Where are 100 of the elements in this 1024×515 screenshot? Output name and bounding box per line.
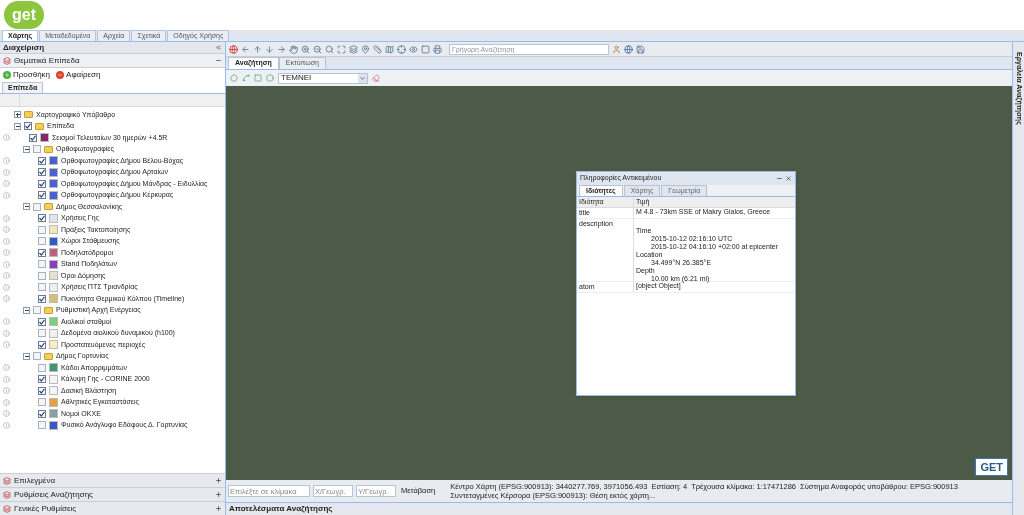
info-icon[interactable] xyxy=(3,249,10,257)
accordion-header[interactable]: Ρυθμίσεις Αναζήτησης xyxy=(0,487,225,501)
info-icon[interactable] xyxy=(3,214,10,222)
accordion-title: Γενικές Ρυθμίσεις xyxy=(14,502,77,515)
checkbox[interactable] xyxy=(38,191,46,200)
tool-icon[interactable] xyxy=(277,44,286,54)
checkbox[interactable] xyxy=(38,156,46,165)
checkbox[interactable] xyxy=(38,214,46,223)
results-bar[interactable]: Αποτελέσματα Αναζήτησης xyxy=(226,502,1012,515)
info-icon[interactable] xyxy=(3,260,10,268)
add-button[interactable]: Προσθήκη xyxy=(3,69,51,81)
tool-icon[interactable] xyxy=(301,44,310,54)
info-icon[interactable] xyxy=(3,341,10,349)
checkbox[interactable] xyxy=(38,260,46,269)
tool-icon[interactable] xyxy=(313,44,322,54)
tool-icon[interactable] xyxy=(409,44,418,54)
layers-icon xyxy=(3,490,11,499)
tool-icon[interactable] xyxy=(289,44,298,54)
info-icon[interactable] xyxy=(3,283,10,291)
checkbox[interactable] xyxy=(38,317,46,326)
collapse-icon[interactable] xyxy=(23,352,30,360)
checkbox[interactable] xyxy=(29,133,37,142)
info-icon[interactable] xyxy=(3,191,10,199)
tool-icon[interactable] xyxy=(361,44,370,54)
accordion-title: Επιλεγμένα xyxy=(14,474,55,487)
info-icon[interactable] xyxy=(3,168,10,176)
section-title: Θεματικά Επίπεδα xyxy=(14,54,80,67)
info-icon[interactable] xyxy=(3,157,10,165)
info-icon[interactable] xyxy=(3,226,10,234)
checkbox[interactable] xyxy=(33,202,41,211)
user-icon[interactable] xyxy=(612,44,621,54)
info-icon[interactable] xyxy=(3,272,10,280)
checkbox[interactable] xyxy=(38,329,46,338)
logo: get xyxy=(4,1,44,29)
checkbox[interactable] xyxy=(24,122,32,131)
checkbox[interactable] xyxy=(33,306,41,315)
info-icon[interactable] xyxy=(3,410,10,418)
remove-button[interactable]: Αφαίρεση xyxy=(56,69,101,81)
info-icon[interactable] xyxy=(3,295,10,303)
accordion-header[interactable]: Επιλεγμένα xyxy=(0,473,225,487)
checkbox[interactable] xyxy=(38,168,46,177)
info-icon[interactable] xyxy=(3,387,10,395)
info-icon[interactable] xyxy=(3,375,10,383)
minimize-icon[interactable] xyxy=(776,175,783,182)
collapse-icon[interactable] xyxy=(23,306,30,314)
close-icon[interactable] xyxy=(785,175,792,182)
checkbox[interactable] xyxy=(38,294,46,303)
checkbox[interactable] xyxy=(38,363,46,372)
info-icon[interactable] xyxy=(3,329,10,337)
info-icon[interactable] xyxy=(3,398,10,406)
info-icon[interactable] xyxy=(3,180,10,188)
info-icon[interactable] xyxy=(3,134,10,142)
results-title: Αποτελέσματα Αναζήτησης xyxy=(229,503,333,515)
eraser-icon[interactable] xyxy=(372,74,380,82)
tool-icon[interactable] xyxy=(337,44,346,54)
circle-icon[interactable] xyxy=(266,74,274,82)
checkbox[interactable] xyxy=(38,179,46,188)
checkbox[interactable] xyxy=(38,340,46,349)
info-icon[interactable] xyxy=(3,364,10,372)
info-icon[interactable] xyxy=(3,421,10,429)
checkbox[interactable] xyxy=(38,386,46,395)
folder-icon xyxy=(44,306,53,314)
checkbox[interactable] xyxy=(38,225,46,234)
info-icon[interactable] xyxy=(3,318,10,326)
checkbox[interactable] xyxy=(38,398,46,407)
checkbox[interactable] xyxy=(38,271,46,280)
rectangle-icon[interactable] xyxy=(254,74,262,82)
layers-icon xyxy=(3,504,11,513)
accordion-header[interactable]: Γενικές Ρυθμίσεις xyxy=(0,501,225,515)
collapse-icon[interactable] xyxy=(23,145,30,153)
tool-icon[interactable] xyxy=(397,44,406,54)
layer-select[interactable]: ΤΕΜΝΕΙ xyxy=(278,72,368,84)
checkbox[interactable] xyxy=(38,248,46,257)
folder-icon xyxy=(44,203,53,211)
expand-icon[interactable] xyxy=(14,111,21,119)
polygon-icon[interactable] xyxy=(230,74,238,82)
tool-icon[interactable] xyxy=(421,44,430,54)
tool-icon[interactable] xyxy=(241,44,250,54)
save-icon[interactable] xyxy=(636,44,645,54)
line-icon[interactable] xyxy=(242,74,250,82)
checkbox[interactable] xyxy=(33,352,41,361)
checkbox[interactable] xyxy=(38,421,46,430)
tool-icon[interactable] xyxy=(433,44,442,54)
checkbox[interactable] xyxy=(38,237,46,246)
layers-icon xyxy=(3,476,11,485)
collapse-icon[interactable] xyxy=(23,203,30,211)
checkbox[interactable] xyxy=(38,283,46,292)
tool-icon[interactable] xyxy=(349,44,358,54)
tool-icon[interactable] xyxy=(265,44,274,54)
tool-icon[interactable] xyxy=(253,44,262,54)
globe-icon[interactable] xyxy=(624,44,633,54)
collapse-icon[interactable] xyxy=(14,122,21,130)
tool-icon[interactable] xyxy=(325,44,334,54)
checkbox[interactable] xyxy=(38,375,46,384)
checkbox[interactable] xyxy=(33,145,41,154)
checkbox[interactable] xyxy=(38,409,46,418)
tool-icon[interactable] xyxy=(373,44,382,54)
tool-icon[interactable] xyxy=(385,44,394,54)
info-icon[interactable] xyxy=(3,237,10,245)
folder-icon xyxy=(44,145,53,153)
